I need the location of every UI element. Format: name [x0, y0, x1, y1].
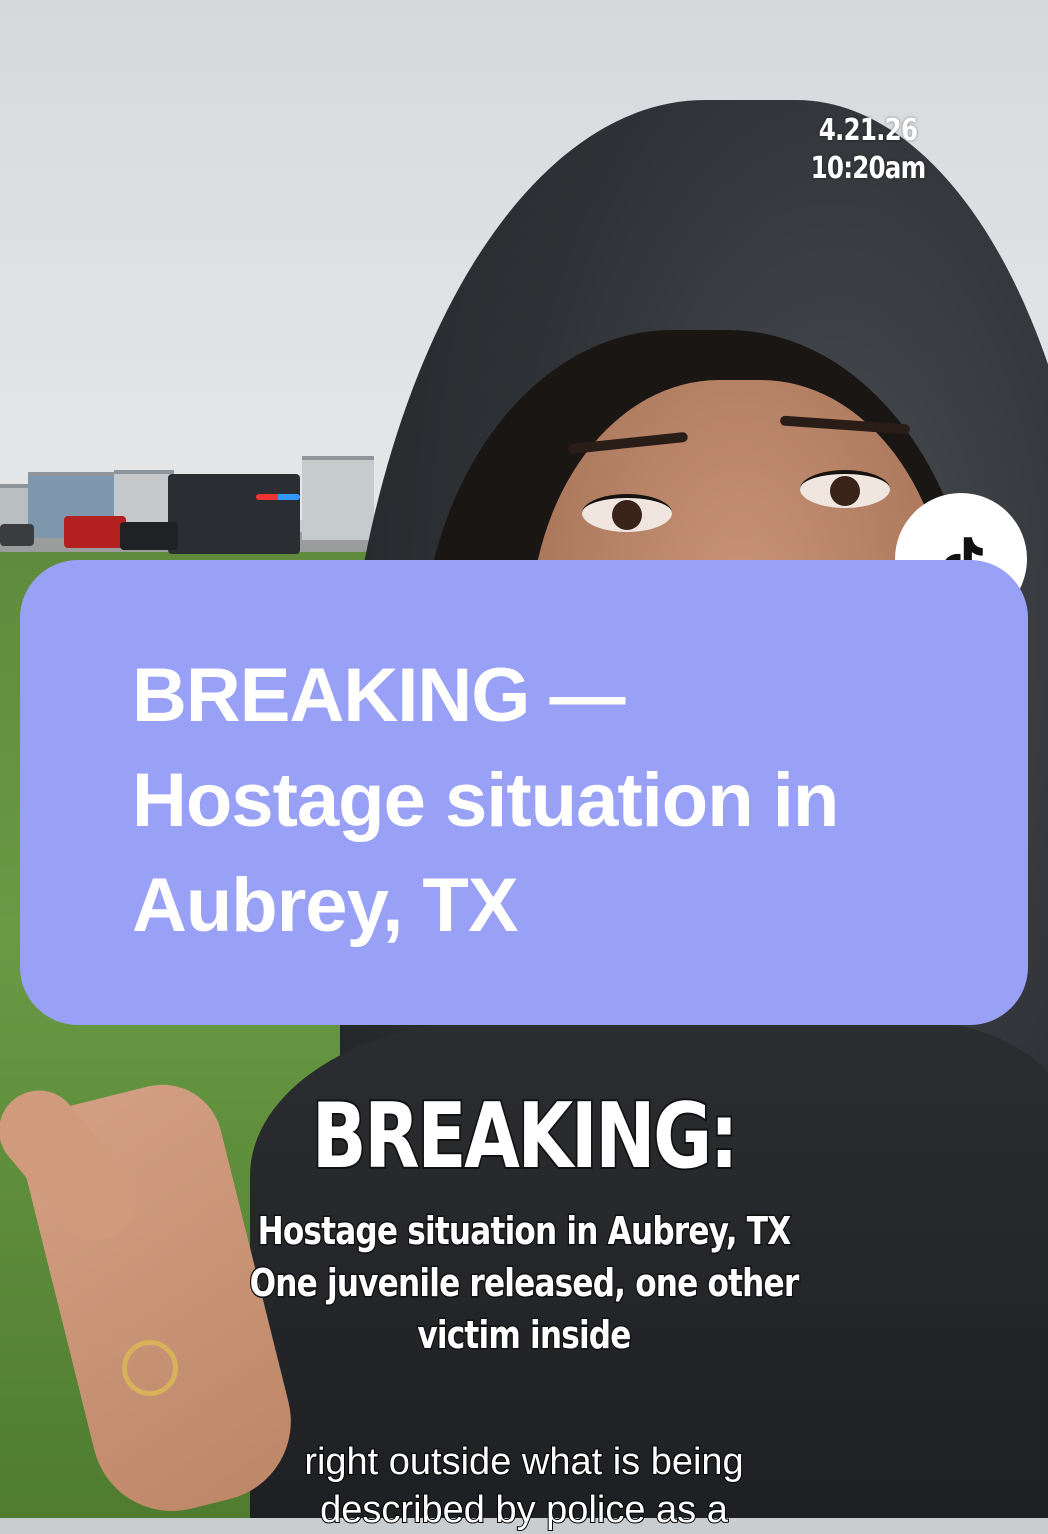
background-house [302, 456, 374, 540]
headline-line: BREAKING — [132, 653, 625, 738]
subtitle-line: right outside what is being [303, 1440, 744, 1484]
police-command-truck [168, 474, 300, 554]
caption-line: Hostage situation in Aubrey, TX [256, 1208, 792, 1255]
headline-line: Aubrey, TX [132, 863, 519, 948]
eye [582, 494, 672, 532]
date-text: 4.21.26 [818, 113, 918, 148]
subtitle-line: described by police as a [319, 1488, 729, 1532]
date-time-stamp: 4.21.26 10:20am [810, 112, 927, 188]
caption-line: One juvenile released, one other [248, 1260, 800, 1307]
caption-body: Hostage situation in Aubrey, TX One juve… [94, 1205, 953, 1361]
eye [800, 470, 890, 508]
spoken-subtitle: right outside what is being described by… [0, 1438, 1048, 1534]
caption-line: victim inside [416, 1312, 633, 1359]
headline-text: BREAKING — Hostage situation in Aubrey, … [132, 643, 992, 958]
red-pickup-truck [64, 516, 126, 548]
parked-car [0, 524, 34, 546]
headline-line: Hostage situation in [132, 758, 839, 843]
dark-suv [120, 522, 178, 550]
emergency-light-bar [256, 494, 300, 500]
time-text: 10:20am [810, 151, 927, 186]
caption-title: BREAKING: [310, 1082, 740, 1191]
